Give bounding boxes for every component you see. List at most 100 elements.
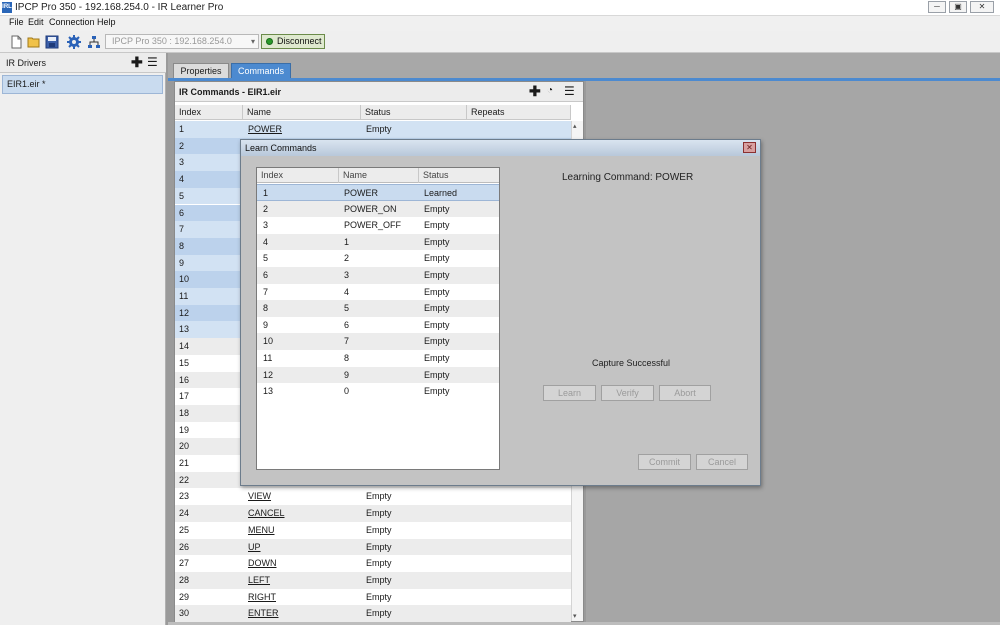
learn-row-index: 8 bbox=[263, 303, 269, 314]
learn-table-row[interactable]: 7 4 Empty bbox=[257, 283, 499, 301]
driver-list-item[interactable]: EIR1.eir * bbox=[2, 75, 163, 94]
learn-signal-icon[interactable]: ◔ bbox=[547, 85, 553, 97]
learn-table-row[interactable]: 12 9 Empty bbox=[257, 366, 499, 384]
learn-row-status: Empty bbox=[424, 303, 450, 314]
row-index: 12 bbox=[179, 307, 190, 318]
learn-row-status: Empty bbox=[424, 203, 450, 214]
learn-row-index: 5 bbox=[263, 253, 269, 264]
learn-row-status: Empty bbox=[424, 253, 450, 264]
column-header-name[interactable]: Name bbox=[243, 105, 361, 120]
row-index: 17 bbox=[179, 391, 190, 402]
row-command-name[interactable]: RIGHT bbox=[248, 589, 276, 606]
row-command-name[interactable]: MENU bbox=[248, 522, 275, 539]
table-row[interactable]: 1 POWER Empty bbox=[175, 121, 571, 138]
commit-button[interactable]: Commit bbox=[638, 454, 691, 470]
learn-table-row[interactable]: 9 6 Empty bbox=[257, 316, 499, 334]
learn-table-row[interactable]: 5 2 Empty bbox=[257, 250, 499, 267]
open-folder-icon[interactable] bbox=[27, 35, 41, 49]
maximize-button[interactable]: ▣ bbox=[949, 1, 967, 13]
add-command-icon[interactable]: ✚ bbox=[529, 84, 541, 98]
learn-table-row[interactable]: 8 5 Empty bbox=[257, 300, 499, 317]
row-status: Empty bbox=[366, 558, 392, 569]
column-header-status[interactable]: Status bbox=[361, 105, 467, 120]
menu-edit[interactable]: Edit bbox=[28, 17, 44, 27]
table-row[interactable]: 24 CANCEL Empty bbox=[175, 505, 571, 522]
learn-row-index: 11 bbox=[263, 353, 273, 363]
learn-table-row[interactable]: 6 3 Empty bbox=[257, 267, 499, 284]
column-header-index[interactable]: Index bbox=[175, 105, 243, 120]
dialog-column-status[interactable]: Status bbox=[419, 168, 499, 183]
row-status: Empty bbox=[366, 124, 392, 134]
table-row[interactable]: 25 MENU Empty bbox=[175, 521, 571, 539]
row-command-name[interactable]: CANCEL bbox=[248, 505, 285, 522]
dialog-close-icon[interactable]: ✕ bbox=[743, 142, 756, 153]
table-row[interactable]: 29 RIGHT Empty bbox=[175, 588, 571, 606]
tab-properties[interactable]: Properties bbox=[173, 63, 229, 79]
column-header-repeats[interactable]: Repeats bbox=[467, 105, 571, 120]
new-file-icon[interactable] bbox=[9, 35, 23, 49]
learn-row-status: Empty bbox=[424, 353, 450, 363]
learn-row-index: 2 bbox=[263, 203, 269, 214]
row-index: 7 bbox=[179, 224, 185, 235]
row-index: 15 bbox=[179, 357, 190, 368]
dialog-column-name[interactable]: Name bbox=[339, 168, 419, 183]
learn-row-status: Empty bbox=[424, 270, 450, 280]
learn-table-row[interactable]: 13 0 Empty bbox=[257, 383, 499, 400]
tab-strip bbox=[168, 53, 1000, 79]
row-status: Empty bbox=[366, 574, 392, 585]
row-command-name[interactable]: POWER bbox=[248, 121, 282, 138]
learn-row-index: 12 bbox=[263, 369, 274, 380]
tab-commands[interactable]: Commands bbox=[231, 63, 291, 79]
menu-file[interactable]: File bbox=[9, 17, 24, 27]
row-command-name[interactable]: DOWN bbox=[248, 555, 277, 572]
menu-connection[interactable]: Connection bbox=[49, 17, 95, 27]
table-row[interactable]: 23 VIEW Empty bbox=[175, 488, 571, 506]
close-window-button[interactable]: ✕ bbox=[970, 1, 994, 13]
row-index: 28 bbox=[179, 574, 190, 585]
row-index: 10 bbox=[179, 274, 190, 285]
row-index: 30 bbox=[179, 608, 190, 619]
network-icon[interactable] bbox=[87, 35, 101, 49]
row-command-name[interactable]: ENTER bbox=[248, 605, 279, 622]
add-driver-icon[interactable]: ✚ bbox=[131, 55, 143, 69]
table-row[interactable]: 27 DOWN Empty bbox=[175, 555, 571, 572]
capture-status-label: Capture Successful bbox=[592, 358, 671, 368]
scroll-up-icon[interactable]: ▴ bbox=[573, 122, 577, 130]
learn-table-row[interactable]: 1 POWER Learned bbox=[257, 184, 499, 201]
learn-table-row[interactable]: 4 1 Empty bbox=[257, 233, 499, 251]
device-select[interactable]: IPCP Pro 350 : 192.168.254.0 ▾ bbox=[105, 34, 259, 49]
row-command-name[interactable]: UP bbox=[248, 539, 261, 556]
table-row[interactable]: 26 UP Empty bbox=[175, 538, 571, 556]
row-command-name[interactable]: LEFT bbox=[248, 572, 270, 589]
commands-menu-icon[interactable]: ☰ bbox=[564, 84, 575, 98]
save-icon[interactable] bbox=[45, 35, 59, 49]
learn-table-row[interactable]: 2 POWER_ON Empty bbox=[257, 200, 499, 218]
drivers-menu-icon[interactable]: ☰ bbox=[147, 55, 158, 69]
learn-table-row[interactable]: 3 POWER_OFF Empty bbox=[257, 217, 499, 234]
row-index: 22 bbox=[179, 474, 190, 485]
learn-row-name: POWER_OFF bbox=[344, 220, 402, 231]
table-row[interactable]: 30 ENTER Empty bbox=[175, 605, 571, 622]
row-command-name[interactable]: VIEW bbox=[248, 488, 271, 505]
dialog-column-index[interactable]: Index bbox=[257, 168, 339, 183]
row-status: Empty bbox=[366, 591, 392, 602]
window-title: IPCP Pro 350 - 192.168.254.0 - IR Learne… bbox=[15, 2, 224, 13]
learn-table-row[interactable]: 11 8 Empty bbox=[257, 350, 499, 367]
row-index: 13 bbox=[179, 324, 190, 335]
table-row[interactable]: 28 LEFT Empty bbox=[175, 571, 571, 589]
learn-table-row[interactable]: 10 7 Empty bbox=[257, 333, 499, 350]
gear-icon[interactable] bbox=[67, 35, 81, 49]
minimize-button[interactable]: ─ bbox=[928, 1, 946, 13]
cancel-button[interactable]: Cancel bbox=[696, 454, 748, 470]
learn-row-status: Empty bbox=[424, 236, 450, 247]
disconnect-button[interactable]: Disconnect bbox=[261, 34, 325, 49]
scroll-down-icon[interactable]: ▾ bbox=[573, 612, 577, 620]
learn-button[interactable]: Learn bbox=[543, 385, 596, 401]
abort-button[interactable]: Abort bbox=[659, 385, 711, 401]
learn-row-name: 2 bbox=[344, 253, 350, 264]
learn-row-name: POWER bbox=[344, 188, 379, 198]
menu-help[interactable]: Help bbox=[97, 17, 116, 27]
learn-row-index: 9 bbox=[263, 319, 269, 330]
learn-row-name: 5 bbox=[344, 303, 350, 314]
verify-button[interactable]: Verify bbox=[601, 385, 654, 401]
